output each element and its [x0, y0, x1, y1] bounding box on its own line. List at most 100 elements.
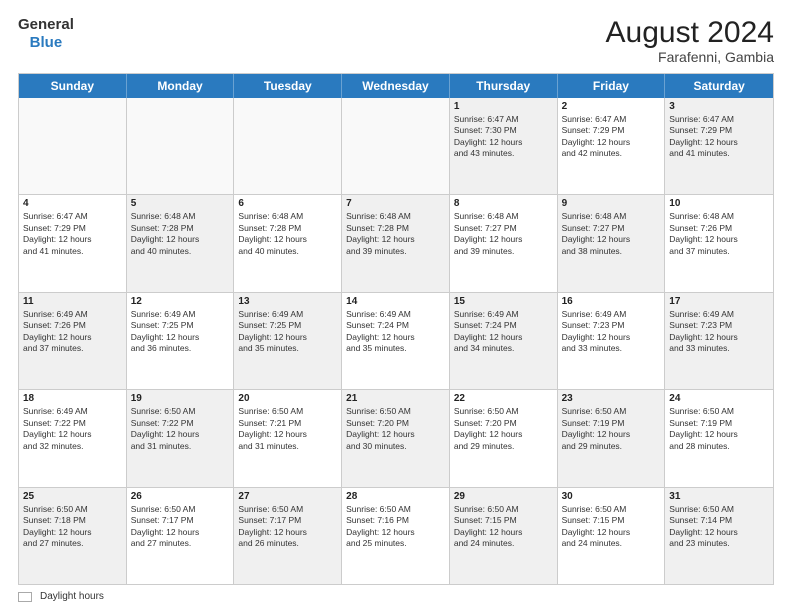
cell-info: Sunrise: 6:50 AM Sunset: 7:21 PM Dayligh…: [238, 406, 337, 452]
calendar-cell: 1 Sunrise: 6:47 AM Sunset: 7:30 PM Daylig…: [450, 98, 558, 194]
day-of-week-header: Wednesday: [342, 74, 450, 98]
calendar-cell: 30Sunrise: 6:50 AM Sunset: 7:15 PM Dayli…: [558, 488, 666, 584]
day-number: 26: [131, 491, 230, 502]
day-number: 6: [238, 198, 337, 209]
calendar-cell: 12 Sunrise: 6:49 AM Sunset: 7:25 PM Dayli…: [127, 293, 235, 389]
legend-label: Daylight hours: [40, 591, 104, 602]
calendar-cell: 4 Sunrise: 6:47 AM Sunset: 7:29 PM Daylig…: [19, 195, 127, 291]
cell-info: Sunrise: 6:47 AM Sunset: 7:29 PM Dayligh…: [669, 114, 769, 160]
location: Farafenni, Gambia: [606, 49, 774, 65]
calendar-cell: 7 Sunrise: 6:48 AM Sunset: 7:28 PM Daylig…: [342, 195, 450, 291]
day-number: 16: [562, 296, 661, 307]
cell-info: Sunrise: 6:48 AM Sunset: 7:26 PM Dayligh…: [669, 211, 769, 257]
cell-info: Sunrise: 6:49 AM Sunset: 7:25 PM Dayligh…: [238, 309, 337, 355]
calendar-cell: 20 Sunrise: 6:50 AM Sunset: 7:21 PM Dayli…: [234, 390, 342, 486]
cell-info: Sunrise: 6:50 AM Sunset: 7:20 PM Dayligh…: [346, 406, 445, 452]
day-number: 29: [454, 491, 553, 502]
day-number: 1: [454, 101, 553, 112]
cell-info: Sunrise: 6:47 AM Sunset: 7:30 PM Dayligh…: [454, 114, 553, 160]
calendar-header: SundayMondayTuesdayWednesdayThursdayFrid…: [19, 74, 773, 98]
day-of-week-header: Saturday: [665, 74, 773, 98]
calendar-cell: 8 Sunrise: 6:48 AM Sunset: 7:27 PM Daylig…: [450, 195, 558, 291]
page: General Blue August 2024 Farafenni, Gamb…: [0, 0, 792, 612]
calendar-cell: [234, 98, 342, 194]
cell-info: Sunrise: 6:49 AM Sunset: 7:24 PM Dayligh…: [346, 309, 445, 355]
calendar-body: 1 Sunrise: 6:47 AM Sunset: 7:30 PM Daylig…: [19, 98, 773, 584]
calendar-cell: 9 Sunrise: 6:48 AM Sunset: 7:27 PM Daylig…: [558, 195, 666, 291]
calendar-cell: 25Sunrise: 6:50 AM Sunset: 7:18 PM Dayli…: [19, 488, 127, 584]
day-number: 18: [23, 393, 122, 404]
day-number: 24: [669, 393, 769, 404]
calendar-cell: 23 Sunrise: 6:50 AM Sunset: 7:19 PM Dayli…: [558, 390, 666, 486]
calendar-row: 11Sunrise: 6:49 AM Sunset: 7:26 PM Dayli…: [19, 293, 773, 390]
day-number: 7: [346, 198, 445, 209]
calendar-cell: [127, 98, 235, 194]
day-number: 21: [346, 393, 445, 404]
calendar-cell: 17 Sunrise: 6:49 AM Sunset: 7:23 PM Dayli…: [665, 293, 773, 389]
cell-info: Sunrise: 6:50 AM Sunset: 7:16 PM Dayligh…: [346, 504, 445, 550]
day-number: 19: [131, 393, 230, 404]
calendar-cell: 28 Sunrise: 6:50 AM Sunset: 7:16 PM Dayli…: [342, 488, 450, 584]
day-number: 2: [562, 101, 661, 112]
calendar-cell: 21 Sunrise: 6:50 AM Sunset: 7:20 PM Dayli…: [342, 390, 450, 486]
calendar-cell: 2 Sunrise: 6:47 AM Sunset: 7:29 PM Daylig…: [558, 98, 666, 194]
cell-info: Sunrise: 6:49 AM Sunset: 7:26 PM Dayligh…: [23, 309, 122, 355]
cell-info: Sunrise: 6:50 AM Sunset: 7:15 PM Dayligh…: [454, 504, 553, 550]
cell-info: Sunrise: 6:48 AM Sunset: 7:27 PM Dayligh…: [454, 211, 553, 257]
cell-info: Sunrise: 6:49 AM Sunset: 7:25 PM Dayligh…: [131, 309, 230, 355]
calendar-cell: 6Sunrise: 6:48 AM Sunset: 7:28 PM Daylig…: [234, 195, 342, 291]
footer: Daylight hours: [18, 591, 774, 602]
cell-info: Sunrise: 6:50 AM Sunset: 7:15 PM Dayligh…: [562, 504, 661, 550]
cell-info: Sunrise: 6:47 AM Sunset: 7:29 PM Dayligh…: [562, 114, 661, 160]
calendar-row: 25Sunrise: 6:50 AM Sunset: 7:18 PM Dayli…: [19, 488, 773, 584]
cell-info: Sunrise: 6:49 AM Sunset: 7:24 PM Dayligh…: [454, 309, 553, 355]
day-number: 15: [454, 296, 553, 307]
calendar-cell: 13Sunrise: 6:49 AM Sunset: 7:25 PM Dayli…: [234, 293, 342, 389]
title-block: August 2024 Farafenni, Gambia: [606, 16, 774, 65]
cell-info: Sunrise: 6:48 AM Sunset: 7:28 PM Dayligh…: [346, 211, 445, 257]
header: General Blue August 2024 Farafenni, Gamb…: [18, 16, 774, 65]
calendar-cell: 14 Sunrise: 6:49 AM Sunset: 7:24 PM Dayli…: [342, 293, 450, 389]
day-of-week-header: Thursday: [450, 74, 558, 98]
day-number: 8: [454, 198, 553, 209]
day-number: 31: [669, 491, 769, 502]
cell-info: Sunrise: 6:50 AM Sunset: 7:22 PM Dayligh…: [131, 406, 230, 452]
cell-info: Sunrise: 6:50 AM Sunset: 7:19 PM Dayligh…: [562, 406, 661, 452]
calendar-cell: 18 Sunrise: 6:49 AM Sunset: 7:22 PM Dayli…: [19, 390, 127, 486]
calendar-cell: 31 Sunrise: 6:50 AM Sunset: 7:14 PM Dayli…: [665, 488, 773, 584]
day-number: 3: [669, 101, 769, 112]
day-of-week-header: Monday: [127, 74, 235, 98]
calendar-row: 18 Sunrise: 6:49 AM Sunset: 7:22 PM Dayli…: [19, 390, 773, 487]
day-number: 9: [562, 198, 661, 209]
day-number: 4: [23, 198, 122, 209]
cell-info: Sunrise: 6:50 AM Sunset: 7:19 PM Dayligh…: [669, 406, 769, 452]
calendar-cell: 15 Sunrise: 6:49 AM Sunset: 7:24 PM Dayli…: [450, 293, 558, 389]
cell-info: Sunrise: 6:48 AM Sunset: 7:27 PM Dayligh…: [562, 211, 661, 257]
calendar-cell: 11Sunrise: 6:49 AM Sunset: 7:26 PM Dayli…: [19, 293, 127, 389]
cell-info: Sunrise: 6:47 AM Sunset: 7:29 PM Dayligh…: [23, 211, 122, 257]
day-number: 12: [131, 296, 230, 307]
calendar-cell: 26 Sunrise: 6:50 AM Sunset: 7:17 PM Dayli…: [127, 488, 235, 584]
cell-info: Sunrise: 6:50 AM Sunset: 7:18 PM Dayligh…: [23, 504, 122, 550]
cell-info: Sunrise: 6:50 AM Sunset: 7:14 PM Dayligh…: [669, 504, 769, 550]
cell-info: Sunrise: 6:50 AM Sunset: 7:17 PM Dayligh…: [131, 504, 230, 550]
calendar-cell: [342, 98, 450, 194]
logo: General Blue: [18, 16, 74, 52]
day-number: 28: [346, 491, 445, 502]
cell-info: Sunrise: 6:50 AM Sunset: 7:20 PM Dayligh…: [454, 406, 553, 452]
calendar: SundayMondayTuesdayWednesdayThursdayFrid…: [18, 73, 774, 585]
day-number: 23: [562, 393, 661, 404]
day-number: 17: [669, 296, 769, 307]
cell-info: Sunrise: 6:49 AM Sunset: 7:23 PM Dayligh…: [669, 309, 769, 355]
day-number: 20: [238, 393, 337, 404]
calendar-cell: 3 Sunrise: 6:47 AM Sunset: 7:29 PM Daylig…: [665, 98, 773, 194]
day-number: 22: [454, 393, 553, 404]
day-of-week-header: Sunday: [19, 74, 127, 98]
calendar-cell: 16Sunrise: 6:49 AM Sunset: 7:23 PM Dayli…: [558, 293, 666, 389]
cell-info: Sunrise: 6:48 AM Sunset: 7:28 PM Dayligh…: [131, 211, 230, 257]
day-number: 14: [346, 296, 445, 307]
day-of-week-header: Tuesday: [234, 74, 342, 98]
cell-info: Sunrise: 6:49 AM Sunset: 7:22 PM Dayligh…: [23, 406, 122, 452]
calendar-cell: 24 Sunrise: 6:50 AM Sunset: 7:19 PM Dayli…: [665, 390, 773, 486]
calendar-row: 4 Sunrise: 6:47 AM Sunset: 7:29 PM Daylig…: [19, 195, 773, 292]
